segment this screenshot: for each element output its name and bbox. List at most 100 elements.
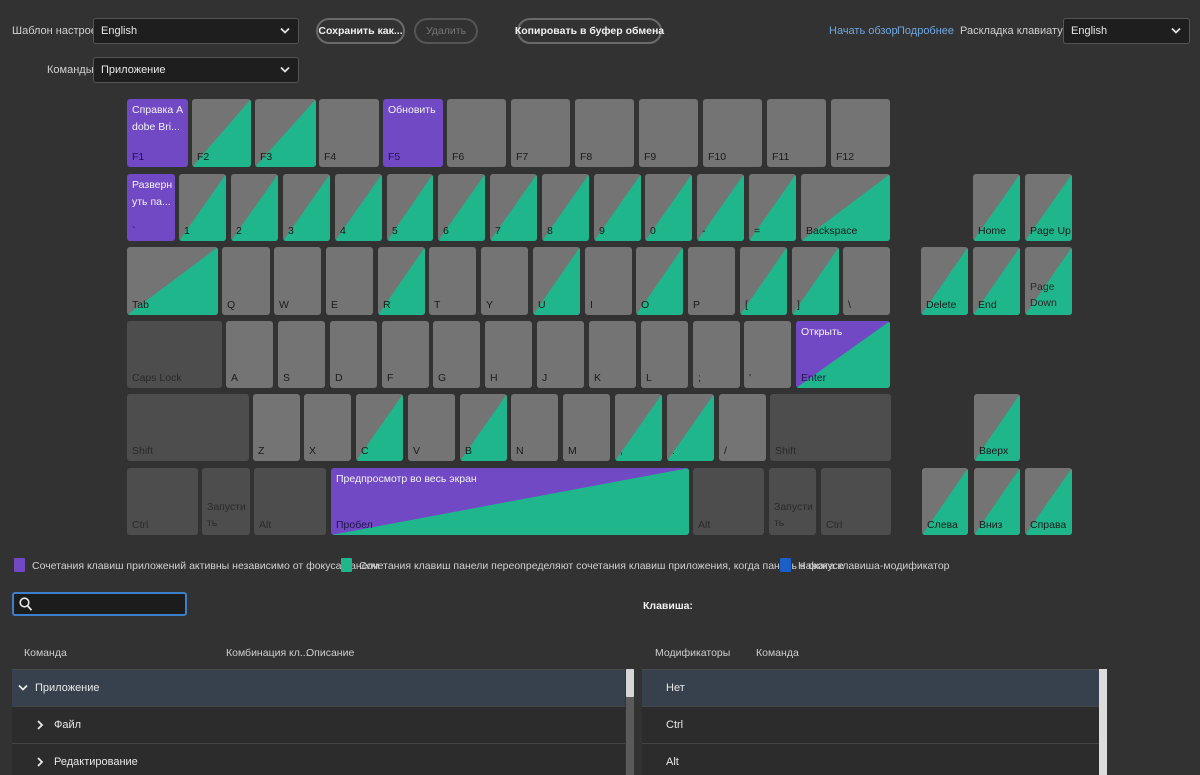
- key-rwin[interactable]: Запусти ть: [769, 468, 816, 535]
- key-f[interactable]: F: [382, 321, 429, 388]
- modifiers-scrollbar[interactable]: [1099, 669, 1107, 775]
- key-right[interactable]: Справа: [1025, 468, 1072, 535]
- key-tab[interactable]: Tab: [127, 247, 218, 315]
- key-enter[interactable]: Открыть Enter: [796, 321, 890, 388]
- key-f7[interactable]: F7: [511, 99, 570, 167]
- key-pageup[interactable]: Page Up: [1025, 174, 1072, 241]
- key-up[interactable]: Вверх: [974, 394, 1020, 461]
- commands-select[interactable]: Приложение: [93, 57, 299, 83]
- key-y[interactable]: Y: [481, 247, 528, 315]
- key-pagedown[interactable]: Page Down: [1025, 247, 1072, 315]
- key-end[interactable]: End: [973, 247, 1020, 315]
- column-header-command[interactable]: Команда: [24, 647, 67, 659]
- list-item-application[interactable]: Приложение: [12, 670, 625, 707]
- key-minus[interactable]: -: [697, 174, 744, 241]
- key-quote[interactable]: ': [744, 321, 791, 388]
- key-space[interactable]: Предпросмотр во весь экран Пробел: [331, 468, 689, 535]
- keyboard-layout-select[interactable]: English: [1063, 18, 1190, 44]
- key-capslock[interactable]: Caps Lock: [127, 321, 222, 388]
- key-lshift[interactable]: Shift: [127, 394, 249, 461]
- list-item-modifier-ctrl[interactable]: Ctrl: [642, 707, 1099, 744]
- key-a[interactable]: A: [226, 321, 273, 388]
- key-h[interactable]: H: [485, 321, 532, 388]
- key-equal[interactable]: =: [749, 174, 796, 241]
- chevron-right-icon[interactable]: [36, 720, 44, 730]
- key-f3[interactable]: F3: [255, 99, 316, 167]
- key-home[interactable]: Home: [973, 174, 1020, 241]
- key-ralt[interactable]: Alt: [693, 468, 764, 535]
- key-backslash[interactable]: \: [843, 247, 890, 315]
- key-p[interactable]: P: [688, 247, 735, 315]
- key-j[interactable]: J: [537, 321, 584, 388]
- search-field[interactable]: [12, 592, 187, 616]
- key-left[interactable]: Слева: [922, 468, 968, 535]
- column-header-modifiers[interactable]: Модификаторы: [655, 647, 730, 659]
- scrollbar-thumb[interactable]: [1099, 669, 1107, 775]
- key-k[interactable]: K: [589, 321, 636, 388]
- key-f5[interactable]: Обновить F5: [383, 99, 443, 167]
- key-f10[interactable]: F10: [703, 99, 762, 167]
- key-d0[interactable]: 0: [645, 174, 692, 241]
- key-lalt[interactable]: Alt: [254, 468, 326, 535]
- key-period[interactable]: .: [667, 394, 714, 461]
- key-lbracket[interactable]: [: [740, 247, 787, 315]
- key-z[interactable]: Z: [253, 394, 300, 461]
- list-item-edit[interactable]: Редактирование: [12, 744, 625, 775]
- key-f12[interactable]: F12: [831, 99, 890, 167]
- key-c[interactable]: C: [356, 394, 403, 461]
- start-tour-link[interactable]: Начать обзор: [829, 25, 898, 37]
- key-d1[interactable]: 1: [179, 174, 226, 241]
- key-backspace[interactable]: Backspace: [801, 174, 890, 241]
- key-grave[interactable]: Разверн уть па... `: [127, 174, 175, 241]
- list-item-modifier-none[interactable]: Нет: [642, 670, 1099, 707]
- key-f6[interactable]: F6: [447, 99, 506, 167]
- key-d4[interactable]: 4: [335, 174, 382, 241]
- list-item-file[interactable]: Файл: [12, 707, 625, 744]
- key-v[interactable]: V: [408, 394, 455, 461]
- key-d8[interactable]: 8: [542, 174, 589, 241]
- column-header-key-command[interactable]: Команда: [756, 647, 799, 659]
- key-f9[interactable]: F9: [639, 99, 698, 167]
- key-f8[interactable]: F8: [575, 99, 634, 167]
- key-s[interactable]: S: [278, 321, 325, 388]
- key-r[interactable]: R: [378, 247, 425, 315]
- key-w[interactable]: W: [274, 247, 321, 315]
- search-input[interactable]: [36, 595, 181, 613]
- key-slash[interactable]: /: [719, 394, 766, 461]
- key-d2[interactable]: 2: [231, 174, 278, 241]
- key-d5[interactable]: 5: [387, 174, 433, 241]
- column-header-description[interactable]: Описание: [306, 647, 354, 659]
- key-f1[interactable]: Справка Adobe Bri... F1: [127, 99, 188, 167]
- key-n[interactable]: N: [511, 394, 558, 461]
- key-l[interactable]: L: [641, 321, 688, 388]
- key-delete[interactable]: Delete: [921, 247, 968, 315]
- key-e[interactable]: E: [326, 247, 373, 315]
- key-f4[interactable]: F4: [319, 99, 379, 167]
- key-q[interactable]: Q: [222, 247, 270, 315]
- list-item-modifier-alt[interactable]: Alt: [642, 744, 1099, 775]
- key-rctrl[interactable]: Ctrl: [821, 468, 891, 535]
- key-d6[interactable]: 6: [438, 174, 485, 241]
- delete-button[interactable]: Удалить: [414, 18, 478, 44]
- key-semicolon[interactable]: ;: [693, 321, 740, 388]
- key-d[interactable]: D: [330, 321, 377, 388]
- key-d9[interactable]: 9: [594, 174, 641, 241]
- copy-to-clipboard-button[interactable]: Копировать в буфер обмена: [515, 18, 664, 44]
- key-down[interactable]: Вниз: [974, 468, 1020, 535]
- key-t[interactable]: T: [429, 247, 476, 315]
- column-header-shortcut[interactable]: Комбинация кл...: [226, 647, 309, 659]
- scrollbar-thumb[interactable]: [626, 669, 634, 697]
- key-u[interactable]: U: [533, 247, 580, 315]
- save-as-button[interactable]: Сохранить как...: [316, 18, 405, 44]
- chevron-right-icon[interactable]: [36, 757, 44, 767]
- key-f2[interactable]: F2: [192, 99, 251, 167]
- key-d3[interactable]: 3: [283, 174, 330, 241]
- key-lctrl[interactable]: Ctrl: [127, 468, 198, 535]
- key-rbracket[interactable]: ]: [792, 247, 839, 315]
- learn-more-link[interactable]: Подробнее: [897, 25, 954, 37]
- key-lwin[interactable]: Запусти ть: [202, 468, 250, 535]
- key-x[interactable]: X: [304, 394, 351, 461]
- key-g[interactable]: G: [433, 321, 480, 388]
- key-rshift[interactable]: Shift: [770, 394, 891, 461]
- key-b[interactable]: B: [460, 394, 507, 461]
